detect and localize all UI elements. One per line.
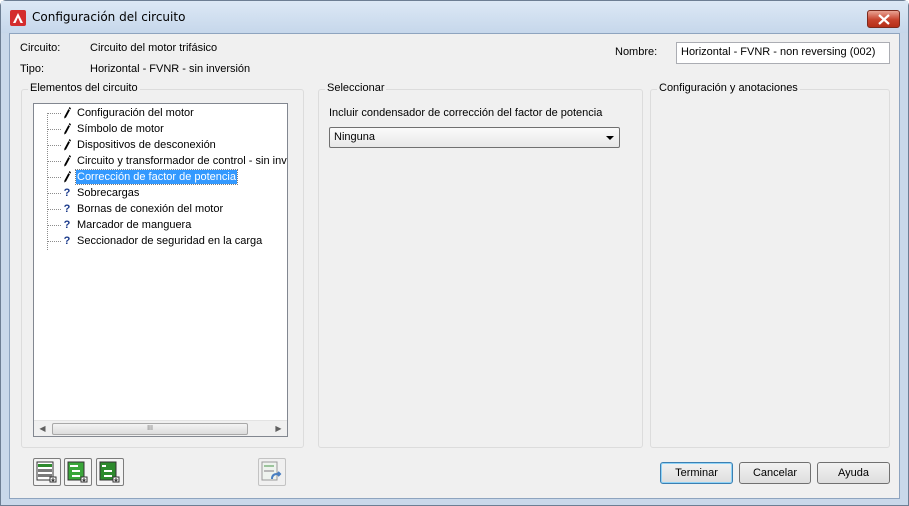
circuit-add-icon <box>67 461 88 483</box>
tree-connector <box>47 113 61 114</box>
name-label: Nombre: <box>615 46 658 58</box>
select-group-title: Seleccionar <box>325 82 387 94</box>
scroll-right-icon[interactable]: ▶ <box>270 421 287 436</box>
tree-item[interactable]: ? Bornas de conexión del motor <box>34 201 287 217</box>
tree-item-label: Bornas de conexión del motor <box>77 203 224 215</box>
type-label: Tipo: <box>20 63 45 75</box>
tree-item-label: Sobrecargas <box>77 187 140 199</box>
help-button[interactable]: Ayuda <box>817 462 890 484</box>
pencil-icon <box>62 137 72 153</box>
capacitor-select-value: Ninguna <box>334 131 375 143</box>
tree-connector <box>47 161 61 162</box>
title-bar[interactable]: Configuración del circuito <box>1 1 908 33</box>
tree-item-label: Configuración del motor <box>77 107 194 119</box>
finish-button[interactable]: Terminar <box>660 462 733 484</box>
close-button[interactable] <box>867 10 900 28</box>
pencil-icon <box>62 153 72 169</box>
question-icon: ? <box>63 219 71 231</box>
tree-item[interactable]: Símbolo de motor <box>34 121 287 137</box>
tree-connector <box>47 241 61 242</box>
pencil-icon <box>62 121 72 137</box>
type-value: Horizontal - FVNR - sin inversión <box>90 63 251 75</box>
tree-connector <box>47 129 61 130</box>
config-annotations-title: Configuración y anotaciones <box>657 82 800 94</box>
dialog-window: Configuración del circuito Circuito: Cir… <box>0 0 909 506</box>
capacitor-select[interactable]: Ninguna <box>329 127 620 148</box>
scroll-left-icon[interactable]: ◀ <box>34 421 51 436</box>
tree-connector <box>47 177 61 178</box>
circuit-elements-tree[interactable]: Configuración del motor Símbolo de motor D… <box>33 103 288 437</box>
tree-item[interactable]: Dispositivos de desconexión <box>34 137 287 153</box>
circuit-value: Circuito del motor trifásico <box>90 42 218 54</box>
tree-item-label: Seccionador de seguridad en la carga <box>77 235 263 247</box>
pencil-icon <box>62 169 72 185</box>
tree-item[interactable]: ? Sobrecargas <box>34 185 287 201</box>
insert-circuit-button[interactable] <box>96 458 124 486</box>
chevron-down-icon <box>606 136 614 140</box>
name-input[interactable]: Horizontal - FVNR - non reversing (002) <box>676 42 890 64</box>
tree-connector <box>47 209 61 210</box>
tree-item[interactable]: ? Marcador de manguera <box>34 217 287 233</box>
circuit-label: Circuito: <box>20 42 61 54</box>
circuit-elements-title: Elementos del circuito <box>28 82 140 94</box>
pencil-icon <box>62 105 72 121</box>
capacitor-option-label: Incluir condensador de corrección del fa… <box>329 107 603 119</box>
close-icon <box>878 14 890 25</box>
config-annotations-group <box>650 89 890 448</box>
autocad-app-icon <box>10 10 26 26</box>
tree-item-label: Corrección de factor de potencia <box>75 169 238 185</box>
tree-item-label: Símbolo de motor <box>77 123 164 135</box>
save-circuit-button[interactable] <box>33 458 61 486</box>
question-icon: ? <box>63 187 71 199</box>
tree-item-label: Marcador de manguera <box>77 219 192 231</box>
add-circuit-button[interactable] <box>64 458 92 486</box>
scroll-thumb[interactable]: III <box>52 423 248 435</box>
tree-item[interactable]: Circuito y transformador de control - si… <box>34 153 287 169</box>
cancel-button[interactable]: Cancelar <box>739 462 811 484</box>
window-title: Configuración del circuito <box>32 10 186 24</box>
dialog-client-area: Circuito: Circuito del motor trifásico T… <box>9 33 900 499</box>
tree-connector <box>47 225 61 226</box>
tree-item-label: Circuito y transformador de control - si… <box>77 155 288 167</box>
tree-item-label: Dispositivos de desconexión <box>77 139 216 151</box>
question-icon: ? <box>63 235 71 247</box>
tree-connector <box>47 145 61 146</box>
tree-item[interactable]: Corrección de factor de potencia <box>34 169 287 185</box>
reset-circuit-button[interactable] <box>258 458 286 486</box>
circuit-save-icon <box>36 461 57 483</box>
tree-connector <box>47 193 61 194</box>
circuit-reset-icon <box>261 461 282 481</box>
horizontal-scrollbar[interactable]: ◀ III ▶ <box>34 420 287 436</box>
circuit-insert-icon <box>99 461 120 483</box>
question-icon: ? <box>63 203 71 215</box>
tree-item[interactable]: ? Seccionador de seguridad en la carga <box>34 233 287 249</box>
tree-item[interactable]: Configuración del motor <box>34 105 287 121</box>
